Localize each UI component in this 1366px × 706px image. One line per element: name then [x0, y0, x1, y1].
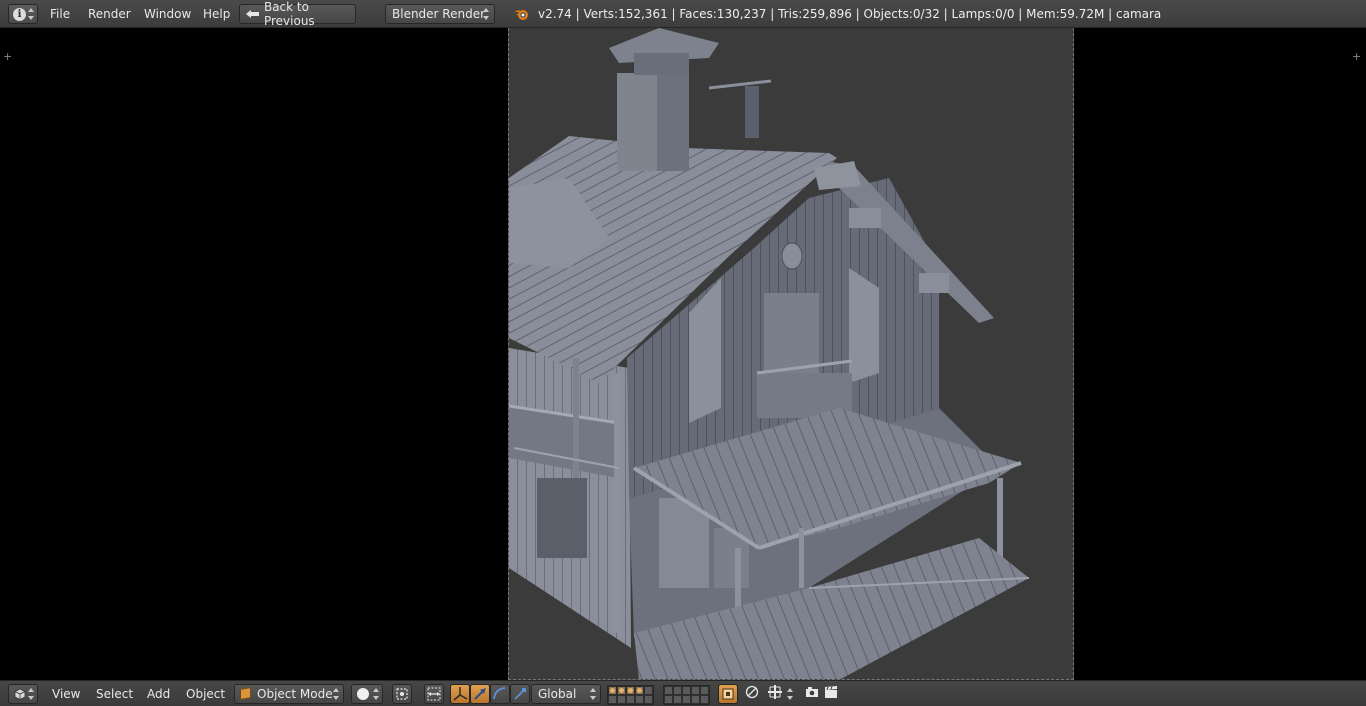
menu-help[interactable]: Help [203, 7, 230, 21]
info-icon: i [13, 7, 26, 21]
menu-view[interactable]: View [52, 687, 80, 701]
layer-toggle[interactable] [617, 686, 626, 695]
blender-logo-icon [514, 10, 528, 20]
layer-toggle[interactable] [664, 695, 673, 704]
3d-view-header: View Select Add Object Object Mode Globa… [0, 680, 1366, 706]
menu-select[interactable]: Select [96, 687, 133, 701]
transform-orientation-value: Global [538, 687, 577, 701]
pivot-point-button[interactable] [392, 684, 412, 704]
layer-toggle[interactable] [691, 686, 700, 695]
editor-type-selector[interactable]: i [8, 4, 38, 24]
manipulator-toggle-button[interactable] [450, 684, 470, 704]
menu-object[interactable]: Object [186, 687, 225, 701]
back-arrow-icon [246, 9, 259, 19]
area-split-corner-icon[interactable]: + [3, 50, 12, 63]
translate-manipulator-button[interactable] [470, 684, 490, 704]
layer-toggle[interactable] [700, 695, 709, 704]
transform-axes-icon [453, 687, 468, 701]
translate-arrow-icon [474, 688, 486, 700]
pivot-center-icon [396, 688, 408, 700]
layer-toggle[interactable] [626, 686, 635, 695]
object-mode-icon [240, 687, 251, 700]
manipulate-center-button[interactable] [424, 684, 444, 704]
layer-toggle[interactable] [644, 686, 653, 695]
viewport-shading-select[interactable] [351, 684, 383, 704]
scene-layers-group-b[interactable] [663, 685, 710, 705]
updown-arrows-icon [333, 688, 339, 700]
info-header: i File Render Window Help Back to Previo… [0, 0, 1366, 28]
layer-toggle[interactable] [626, 695, 635, 704]
3d-viewport[interactable]: + + [0, 28, 1366, 680]
updown-arrows-icon [28, 8, 34, 20]
updown-arrows-icon [483, 8, 489, 20]
scene-layers-group-a[interactable] [607, 685, 654, 705]
layer-toggle[interactable] [608, 686, 617, 695]
arrows-horizontal-icon [427, 687, 441, 701]
opengl-render-animation-icon[interactable] [821, 684, 841, 704]
back-to-previous-label: Back to Previous [263, 0, 315, 28]
updown-arrows-icon [373, 688, 379, 700]
camera-view-frame [508, 28, 1074, 680]
rotate-arc-icon [493, 687, 506, 700]
scene-statistics: v2.74 | Verts:152,361 | Faces:130,237 | … [538, 7, 1162, 21]
editor-type-selector[interactable] [8, 684, 38, 704]
proportional-editing-icon[interactable] [742, 684, 762, 704]
scale-manipulator-button[interactable] [510, 684, 530, 704]
house-model-render [509, 28, 1030, 679]
layer-toggle[interactable] [673, 695, 682, 704]
updown-arrows-icon [28, 688, 34, 700]
layer-toggle[interactable] [617, 695, 626, 704]
layer-toggle[interactable] [682, 686, 691, 695]
layer-toggle[interactable] [682, 695, 691, 704]
menu-window[interactable]: Window [144, 7, 191, 21]
snap-element-icon[interactable] [765, 684, 785, 704]
scale-icon [514, 688, 526, 700]
transform-orientation-select[interactable]: Global [531, 684, 601, 704]
opengl-render-image-icon[interactable] [802, 684, 822, 704]
layer-toggle[interactable] [635, 686, 644, 695]
layer-lock-icon [722, 688, 734, 700]
rotate-manipulator-button[interactable] [490, 684, 510, 704]
solid-shading-icon [357, 688, 369, 700]
layer-toggle[interactable] [644, 695, 653, 704]
render-engine-select[interactable]: Blender Render [385, 4, 495, 24]
layer-toggle[interactable] [664, 686, 673, 695]
layer-toggle[interactable] [673, 686, 682, 695]
updown-arrows-icon [590, 688, 596, 700]
menu-render[interactable]: Render [88, 7, 131, 21]
layer-toggle[interactable] [691, 695, 700, 704]
layer-toggle[interactable] [635, 695, 644, 704]
back-to-previous-button[interactable]: Back to Previous [239, 0, 356, 28]
cube-icon [14, 688, 26, 700]
interaction-mode-select[interactable]: Object Mode [234, 684, 344, 704]
updown-arrows-icon [787, 688, 793, 700]
render-engine-value: Blender Render [392, 7, 486, 21]
area-split-corner-icon[interactable]: + [1352, 50, 1361, 63]
layer-toggle[interactable] [700, 686, 709, 695]
menu-add[interactable]: Add [147, 687, 170, 701]
interaction-mode-value: Object Mode [257, 687, 333, 701]
lock-camera-layers-button[interactable] [718, 684, 738, 704]
menu-file[interactable]: File [50, 7, 70, 21]
layer-toggle[interactable] [608, 695, 617, 704]
